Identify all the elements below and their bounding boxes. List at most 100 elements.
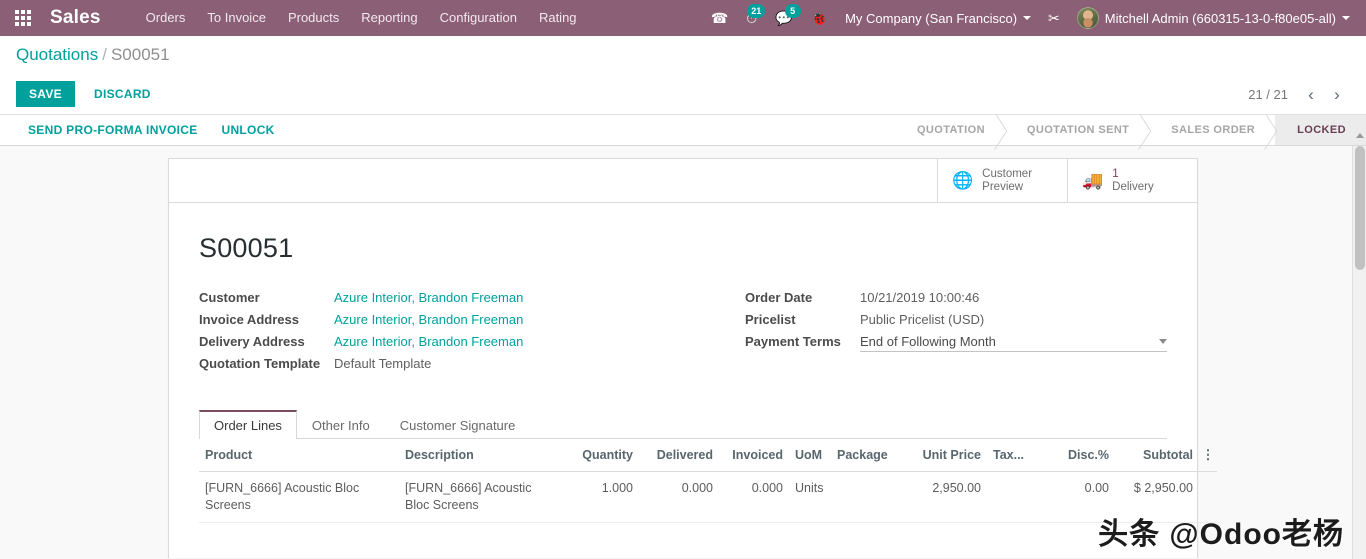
company-name: My Company (San Francisco): [845, 10, 1018, 26]
pager-previous-button[interactable]: ‹: [1298, 86, 1324, 103]
cell-tax[interactable]: [987, 471, 1047, 523]
col-uom[interactable]: UoM: [789, 439, 831, 472]
col-delivered[interactable]: Delivered: [639, 439, 719, 472]
cell-package[interactable]: [831, 471, 903, 523]
col-tax[interactable]: Tax...: [987, 439, 1047, 472]
cell-uom[interactable]: Units: [789, 471, 831, 523]
col-product[interactable]: Product: [199, 439, 399, 472]
optional-columns-toggle[interactable]: ⋮: [1199, 439, 1217, 472]
col-unit-price[interactable]: Unit Price: [903, 439, 987, 472]
stage-quotation-sent[interactable]: QUOTATION SENT: [1004, 115, 1150, 145]
menu-item-orders[interactable]: Orders: [135, 0, 197, 36]
field-row-delivery-address: Delivery Address Azure Interior, Brandon…: [199, 334, 683, 356]
user-menu[interactable]: Mitchell Admin (660315-13-0-f80e05-all): [1069, 7, 1358, 29]
cell-subtotal[interactable]: $ 2,950.00: [1115, 471, 1199, 523]
pager-next-button[interactable]: ›: [1324, 86, 1350, 103]
cell-unit-price[interactable]: 2,950.00: [903, 471, 987, 523]
breadcrumb-quotations[interactable]: Quotations: [16, 45, 98, 64]
status-stages: QUOTATION QUOTATION SENT SALES ORDER LOC…: [894, 115, 1366, 145]
cell-product[interactable]: [FURN_6666] Acoustic Bloc Screens: [199, 471, 399, 523]
company-switcher[interactable]: My Company (San Francisco): [837, 11, 1039, 26]
col-quantity[interactable]: Quantity: [559, 439, 639, 472]
apps-grid-icon: [15, 10, 31, 26]
cell-description[interactable]: [FURN_6666] Acoustic Bloc Screens: [399, 471, 559, 523]
col-package[interactable]: Package: [831, 439, 903, 472]
value-delivery-address[interactable]: Azure Interior, Brandon Freeman: [334, 334, 683, 356]
truck-icon: 🚚: [1082, 171, 1104, 190]
stage-sales-order[interactable]: SALES ORDER: [1149, 115, 1276, 145]
smart-button-box: 🌐 Customer Preview 🚚 1 Delivery: [169, 159, 1197, 203]
form-scroll-area: 🌐 Customer Preview 🚚 1 Delivery S00051 C…: [0, 146, 1366, 559]
app-brand-sales[interactable]: Sales: [46, 7, 111, 29]
cell-spacer: [1199, 471, 1217, 523]
table-row[interactable]: [FURN_6666] Acoustic Bloc Screens [FURN_…: [199, 471, 1217, 523]
label-delivery-address: Delivery Address: [199, 334, 305, 349]
breadcrumb-current: S00051: [110, 45, 170, 64]
tab-order-lines[interactable]: Order Lines: [199, 410, 297, 439]
notebook: Order Lines Other Info Customer Signatur…: [199, 410, 1217, 523]
value-invoice-address[interactable]: Azure Interior, Brandon Freeman: [334, 312, 683, 334]
field-row-pricelist: Pricelist Public Pricelist (USD): [745, 312, 1167, 334]
tab-customer-signature[interactable]: Customer Signature: [385, 410, 531, 439]
col-invoiced[interactable]: Invoiced: [719, 439, 789, 472]
debug-menu[interactable]: 🐞: [802, 0, 837, 36]
label-payment-terms: Payment Terms: [745, 334, 841, 349]
value-customer[interactable]: Azure Interior, Brandon Freeman: [334, 290, 683, 312]
activities-menu[interactable]: ⏱ 21: [737, 0, 766, 36]
cell-discount[interactable]: 0.00: [1047, 471, 1115, 523]
payment-terms-select[interactable]: End of Following Month: [860, 334, 1167, 352]
customer-preview-line2: Preview: [982, 180, 1024, 193]
cell-invoiced[interactable]: 0.000: [719, 471, 789, 523]
shortcut-icon[interactable]: ✂: [1039, 0, 1069, 36]
page-title: S00051: [199, 233, 294, 263]
menu-item-configuration[interactable]: Configuration: [429, 0, 528, 36]
menu-item-products[interactable]: Products: [277, 0, 350, 36]
cell-delivered[interactable]: 0.000: [639, 471, 719, 523]
messaging-menu[interactable]: 💬 5: [766, 0, 801, 36]
field-row-order-date: Order Date 10/21/2019 10:00:46: [745, 290, 1167, 312]
top-navbar: Sales Orders To Invoice Products Reporti…: [0, 0, 1366, 36]
pager: 21 / 21 ‹ ›: [1248, 86, 1350, 103]
field-row-invoice-address: Invoice Address Azure Interior, Brandon …: [199, 312, 683, 334]
vertical-dots-icon: ⋮: [1201, 447, 1215, 462]
apps-menu-button[interactable]: [0, 0, 46, 36]
discard-button[interactable]: DISCARD: [81, 81, 164, 107]
phone-icon[interactable]: ☎: [702, 0, 737, 36]
unlock-button[interactable]: UNLOCK: [210, 115, 287, 145]
stage-locked[interactable]: LOCKED: [1275, 115, 1366, 145]
menu-item-to-invoice[interactable]: To Invoice: [196, 0, 277, 36]
menu-item-rating[interactable]: Rating: [528, 0, 588, 36]
value-quotation-template: Default Template: [334, 356, 432, 371]
delivery-button[interactable]: 🚚 1 Delivery: [1067, 159, 1197, 202]
col-subtotal[interactable]: Subtotal: [1115, 439, 1199, 472]
table-header-row: Product Description Quantity Delivered I…: [199, 439, 1217, 472]
label-order-date: Order Date: [745, 290, 813, 305]
save-button[interactable]: SAVE: [16, 81, 75, 107]
vertical-scrollbar[interactable]: [1352, 133, 1366, 559]
delivery-count: 1: [1112, 166, 1119, 180]
user-name: Mitchell Admin (660315-13-0-f80e05-all): [1104, 10, 1336, 26]
avatar: [1076, 7, 1099, 29]
globe-icon: 🌐: [952, 171, 974, 190]
scroll-up-arrow-icon[interactable]: [1356, 133, 1364, 138]
customer-preview-button[interactable]: 🌐 Customer Preview: [937, 159, 1067, 202]
field-row-quotation-template: Quotation Template Default Template: [199, 356, 683, 378]
order-lines-table: Product Description Quantity Delivered I…: [199, 439, 1217, 523]
field-row-customer: Customer Azure Interior, Brandon Freeman: [199, 290, 683, 312]
delivery-text: Delivery: [1112, 181, 1154, 193]
value-order-date: 10/21/2019 10:00:46: [860, 290, 980, 305]
control-panel: Quotations / S00051 SAVE DISCARD 21 / 21 ‹…: [0, 36, 1366, 115]
send-pro-forma-invoice-button[interactable]: SEND PRO-FORMA INVOICE: [16, 115, 210, 145]
menu-item-reporting[interactable]: Reporting: [350, 0, 428, 36]
messaging-badge: 5: [784, 4, 801, 18]
main-menu: Orders To Invoice Products Reporting Con…: [135, 0, 588, 36]
stage-quotation[interactable]: QUOTATION: [894, 115, 1005, 145]
payment-terms-value: End of Following Month: [860, 334, 996, 349]
col-description[interactable]: Description: [399, 439, 559, 472]
form-sheet: 🌐 Customer Preview 🚚 1 Delivery S00051 C…: [168, 158, 1217, 558]
activities-badge: 21: [747, 4, 766, 18]
cell-quantity[interactable]: 1.000: [559, 471, 639, 523]
col-discount[interactable]: Disc.%: [1047, 439, 1115, 472]
scrollbar-thumb[interactable]: [1355, 146, 1365, 270]
tab-other-info[interactable]: Other Info: [297, 410, 385, 439]
